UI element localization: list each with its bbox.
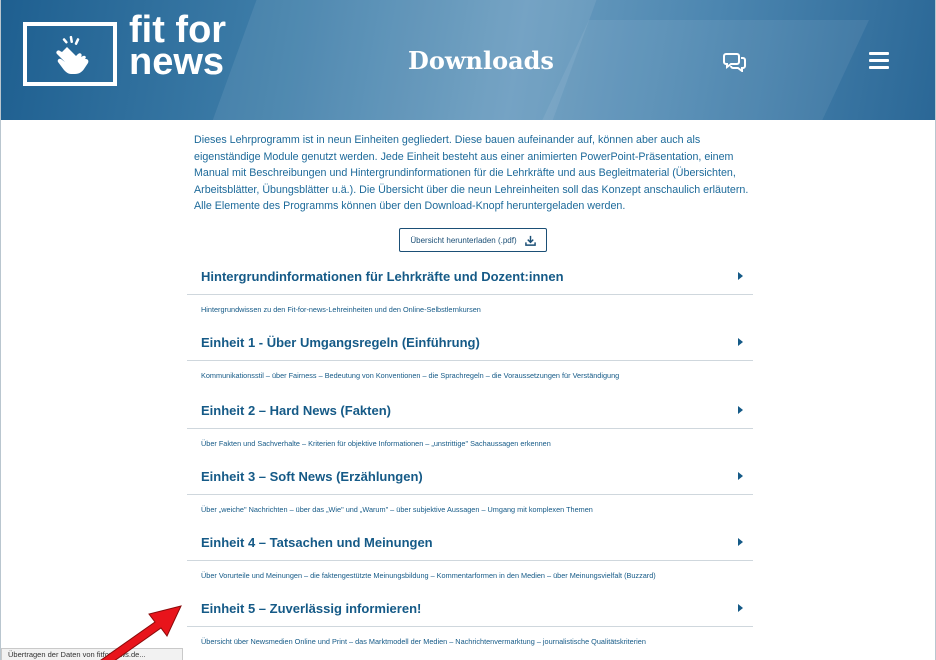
section-title: Einheit 4 – Tatsachen und Meinungen — [201, 534, 433, 550]
logo-line-2: news — [129, 41, 225, 83]
section-title: Einheit 2 – Hard News (Fakten) — [201, 402, 391, 418]
section-toggle[interactable]: Einheit 5 – Zuverlässig informieren! — [187, 590, 753, 627]
red-arrow-annotation — [100, 605, 182, 660]
logo-wordmark[interactable]: fit for news — [129, 11, 249, 83]
section-unit-1: Einheit 1 - Über Umgangsregeln (Einführu… — [187, 324, 753, 380]
section-description: Über „weiche" Nachrichten – über das „Wi… — [201, 505, 593, 514]
caret-right-icon — [738, 406, 743, 414]
page-title: Downloads — [408, 46, 554, 75]
header-banner: fit for news Downloads — [1, 0, 935, 120]
section-toggle[interactable]: Einheit 1 - Über Umgangsregeln (Einführu… — [187, 324, 753, 361]
section-title: Einheit 5 – Zuverlässig informieren! — [201, 600, 422, 616]
caret-right-icon — [738, 472, 743, 480]
download-icon — [524, 235, 536, 246]
download-overview-button[interactable]: Übersicht herunterladen (.pdf) — [399, 228, 547, 252]
caret-right-icon — [738, 272, 743, 280]
section-toggle[interactable]: Einheit 3 – Soft News (Erzählungen) — [187, 458, 753, 495]
section-unit-5: Einheit 5 – Zuverlässig informieren! Übe… — [187, 590, 753, 646]
section-title: Hintergrundinformationen für Lehrkräfte … — [201, 268, 564, 284]
section-unit-2: Einheit 2 – Hard News (Fakten) Über Fakt… — [187, 392, 753, 448]
caret-right-icon — [738, 338, 743, 346]
section-unit-3: Einheit 3 – Soft News (Erzählungen) Über… — [187, 458, 753, 514]
section-description: Kommunikationsstil – über Fairness – Bed… — [201, 371, 620, 380]
intro-paragraph: Dieses Lehrprogramm ist in neun Einheite… — [194, 134, 749, 213]
caret-right-icon — [738, 538, 743, 546]
logo-box[interactable] — [23, 22, 117, 86]
section-description: Übersicht über Newsmedien Online und Pri… — [201, 637, 646, 646]
hand-tap-icon — [56, 35, 89, 74]
page: fit for news Downloads Dieses Lehrprogra… — [0, 0, 936, 660]
section-description: Hintergrundwissen zu den Fit-for-news-Le… — [201, 305, 481, 314]
caret-right-icon — [738, 604, 743, 612]
chat-icon[interactable] — [723, 50, 747, 72]
section-toggle[interactable]: Hintergrundinformationen für Lehrkräfte … — [187, 258, 753, 295]
section-title: Einheit 3 – Soft News (Erzählungen) — [201, 468, 423, 484]
section-toggle[interactable]: Einheit 2 – Hard News (Fakten) — [187, 392, 753, 429]
section-background-info: Hintergrundinformationen für Lehrkräfte … — [187, 258, 753, 314]
menu-icon[interactable] — [869, 52, 889, 70]
section-title: Einheit 1 - Über Umgangsregeln (Einführu… — [201, 334, 480, 350]
section-unit-4: Einheit 4 – Tatsachen und Meinungen Über… — [187, 524, 753, 580]
section-toggle[interactable]: Einheit 4 – Tatsachen und Meinungen — [187, 524, 753, 561]
section-description: Über Fakten und Sachverhalte – Kriterien… — [201, 439, 551, 448]
download-button-label: Übersicht herunterladen (.pdf) — [410, 235, 517, 245]
section-description: Über Vorurteile und Meinungen – die fakt… — [201, 571, 656, 580]
